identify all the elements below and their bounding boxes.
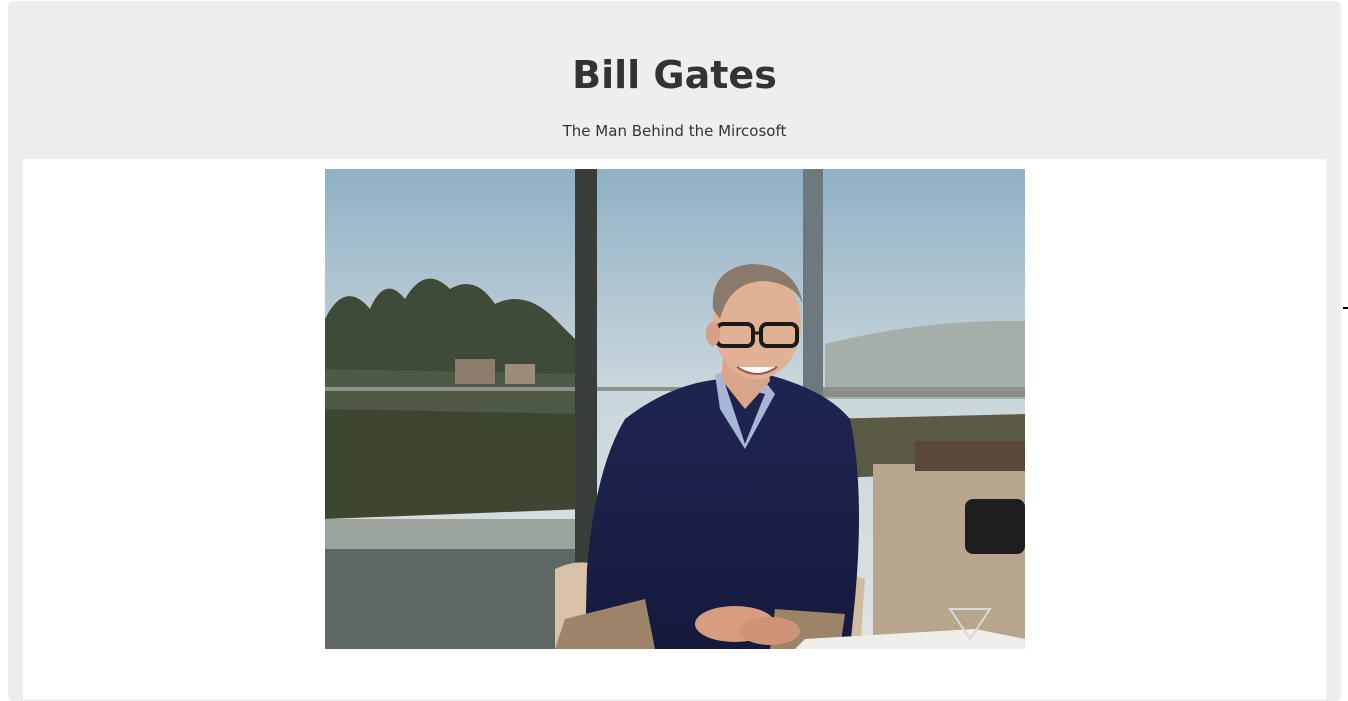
edge-mark	[1343, 307, 1348, 309]
page-title: Bill Gates	[572, 53, 777, 97]
page-subtitle: The Man Behind the Mircosoft	[562, 122, 787, 140]
portrait-image	[325, 169, 1025, 649]
image-container	[23, 159, 1326, 699]
tribute-page: Bill Gates The Man Behind the Mircosoft	[8, 1, 1341, 701]
portrait-photo	[325, 169, 1025, 649]
